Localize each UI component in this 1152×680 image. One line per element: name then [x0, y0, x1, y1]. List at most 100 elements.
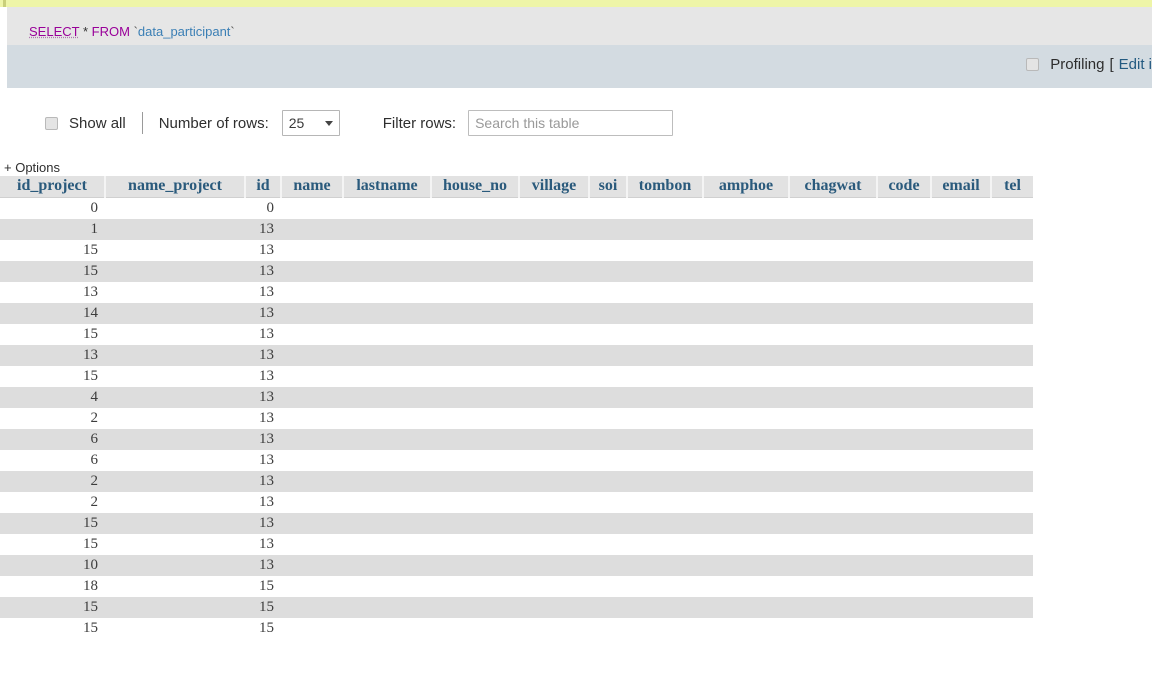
- table-row[interactable]: 4 13: [0, 386, 1033, 408]
- cell-code: [877, 534, 931, 555]
- table-row[interactable]: 6 13: [0, 428, 1033, 450]
- profiling-bracket-open: [: [1109, 56, 1114, 73]
- cell-id_project: 15: [83, 262, 98, 279]
- cell-house_no: [431, 282, 519, 303]
- column-header-lastname[interactable]: lastname: [343, 176, 432, 198]
- cell-email: [931, 597, 991, 618]
- cell-tombon: [627, 408, 703, 429]
- cell-soi: [589, 597, 627, 618]
- cell-code: [877, 198, 931, 219]
- cell-chagwat: [789, 576, 877, 597]
- cell-tombon: [627, 429, 703, 450]
- cell-village: [519, 492, 589, 513]
- cell-tel: [991, 303, 1033, 324]
- cell-house_no: [431, 471, 519, 492]
- table-row[interactable]: 15 15: [0, 596, 1033, 618]
- cell-id: 13: [259, 409, 274, 426]
- table-row[interactable]: 15 13: [0, 323, 1033, 345]
- cell-name: [281, 198, 343, 219]
- table-row[interactable]: 18 15: [0, 575, 1033, 597]
- table-row[interactable]: 2 13: [0, 407, 1033, 429]
- table-row[interactable]: 2 13: [0, 470, 1033, 492]
- column-header-name[interactable]: name: [281, 176, 344, 198]
- cell-chagwat: [789, 324, 877, 345]
- column-header-tel[interactable]: tel: [991, 176, 1033, 198]
- cell-village: [519, 429, 589, 450]
- table-row[interactable]: 15 13: [0, 512, 1033, 534]
- table-row[interactable]: 15 13: [0, 239, 1033, 261]
- cell-email: [931, 261, 991, 282]
- cell-code: [877, 366, 931, 387]
- table-row[interactable]: 10 13: [0, 554, 1033, 576]
- profiling-group: Profiling [ Edit i: [1026, 56, 1152, 73]
- cell-house_no: [431, 450, 519, 471]
- column-header-code[interactable]: code: [877, 176, 932, 198]
- number-of-rows-select[interactable]: 25: [281, 110, 340, 136]
- results-table-body: 0 0 1 13 15 13 15 13 13 13 14 13 15 13 13 13 15 13 4 13 2 13 6…: [0, 197, 1033, 639]
- table-row[interactable]: 13 13: [0, 281, 1033, 303]
- cell-tombon: [627, 576, 703, 597]
- cell-name_project: [105, 345, 245, 366]
- cell-email: [931, 576, 991, 597]
- cell-amphoe: [703, 408, 789, 429]
- table-row[interactable]: 15 13: [0, 533, 1033, 555]
- cell-soi: [589, 534, 627, 555]
- profiling-checkbox[interactable]: [1026, 58, 1040, 71]
- cell-id: 13: [259, 451, 274, 468]
- cell-name: [281, 450, 343, 471]
- column-header-village[interactable]: village: [519, 176, 590, 198]
- table-row[interactable]: 15 13: [0, 260, 1033, 282]
- sql-table-name[interactable]: data_participant: [138, 24, 231, 39]
- table-row[interactable]: 14 13: [0, 302, 1033, 324]
- cell-tel: [991, 597, 1033, 618]
- column-header-house_no[interactable]: house_no: [431, 176, 520, 198]
- number-of-rows-value: 25: [288, 115, 305, 131]
- column-header-soi[interactable]: soi: [589, 176, 628, 198]
- column-header-amphoe[interactable]: amphoe: [703, 176, 790, 198]
- cell-lastname: [343, 492, 431, 513]
- column-header-id_project[interactable]: id_project: [0, 176, 106, 198]
- show-all-checkbox[interactable]: [45, 116, 58, 130]
- edit-inline-link[interactable]: Edit i: [1119, 56, 1152, 73]
- cell-id_project: 15: [83, 325, 98, 342]
- cell-code: [877, 261, 931, 282]
- cell-name: [281, 240, 343, 261]
- filter-rows-input[interactable]: [468, 110, 674, 136]
- cell-name_project: [105, 429, 245, 450]
- column-header-id[interactable]: id: [245, 176, 282, 198]
- sql-query-text[interactable]: SELECT * FROM `data_participant`: [29, 24, 235, 39]
- cell-email: [931, 450, 991, 471]
- table-row[interactable]: 13 13: [0, 344, 1033, 366]
- cell-code: [877, 303, 931, 324]
- table-row[interactable]: 15 13: [0, 365, 1033, 387]
- column-header-name_project[interactable]: name_project: [105, 176, 246, 198]
- cell-amphoe: [703, 240, 789, 261]
- column-header-email[interactable]: email: [931, 176, 992, 198]
- options-toggle-link[interactable]: + Options: [4, 160, 60, 175]
- table-row[interactable]: 15 15: [0, 617, 1033, 639]
- cell-id_project: 1: [90, 220, 99, 237]
- cell-email: [931, 618, 991, 639]
- table-row[interactable]: 6 13: [0, 449, 1033, 471]
- chevron-down-icon: [324, 120, 333, 126]
- table-row[interactable]: 00: [0, 197, 1033, 219]
- cell-amphoe: [703, 429, 789, 450]
- cell-tombon: [627, 513, 703, 534]
- sql-keyword-select[interactable]: SELECT: [29, 24, 79, 39]
- column-header-tombon[interactable]: tombon: [627, 176, 704, 198]
- cell-tel: [991, 198, 1033, 219]
- cell-name_project: [105, 534, 245, 555]
- cell-code: [877, 429, 931, 450]
- cell-village: [519, 555, 589, 576]
- table-row[interactable]: 2 13: [0, 491, 1033, 513]
- cell-code: [877, 492, 931, 513]
- cell-chagwat: [789, 240, 877, 261]
- cell-id_project: 13: [83, 283, 98, 300]
- cell-chagwat: [789, 492, 877, 513]
- table-row[interactable]: 1 13: [0, 218, 1033, 240]
- cell-id_project: 13: [83, 346, 98, 363]
- cell-amphoe: [703, 492, 789, 513]
- cell-name_project: [105, 492, 245, 513]
- column-header-chagwat[interactable]: chagwat: [789, 176, 878, 198]
- cell-house_no: [431, 492, 519, 513]
